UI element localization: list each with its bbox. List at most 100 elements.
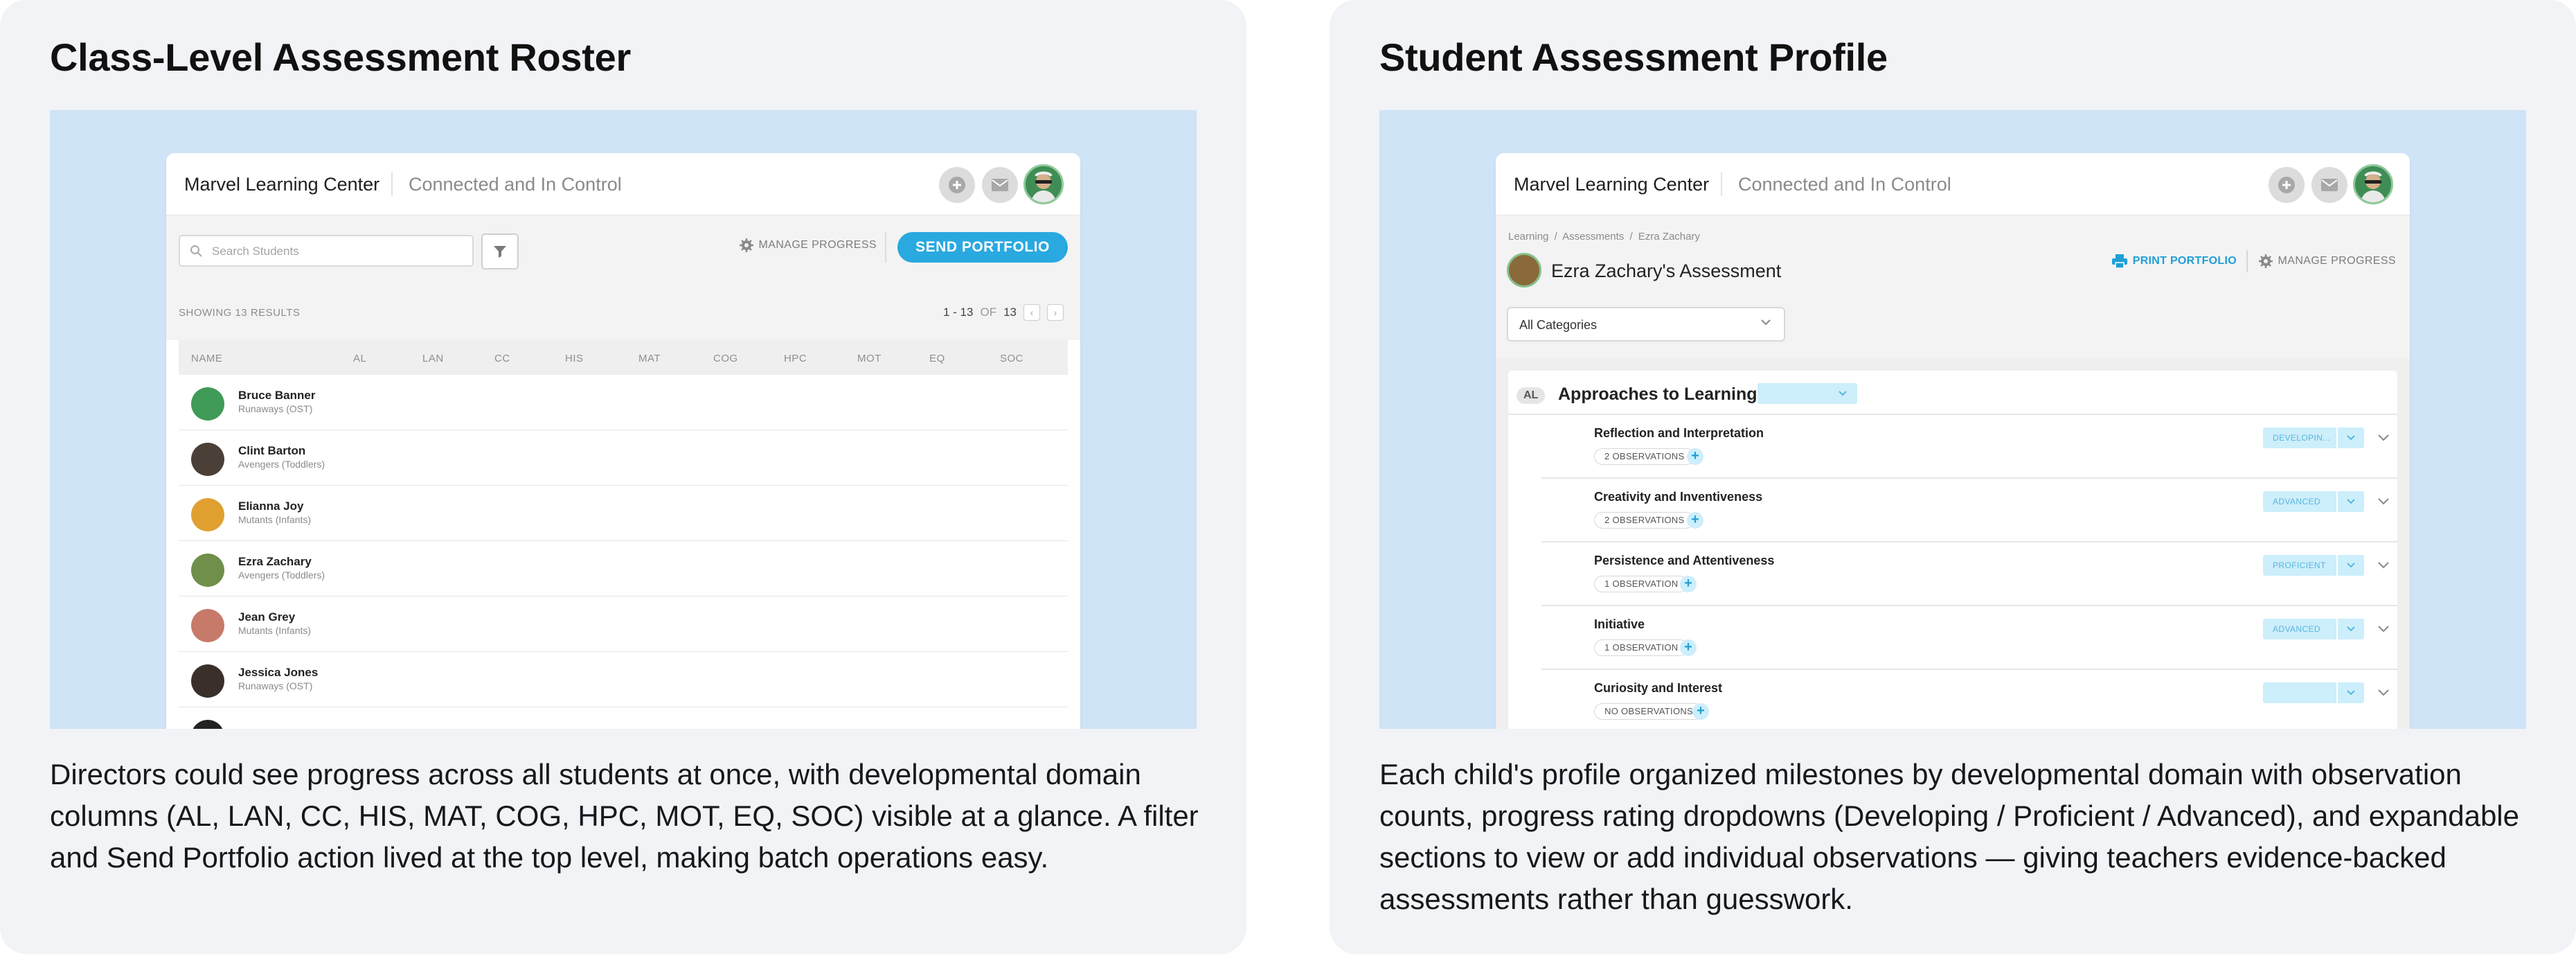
column-header[interactable]: HPC bbox=[784, 353, 807, 364]
milestone-item: Initiative 1 OBSERVATION + ADVANCED bbox=[1541, 606, 2397, 670]
roster-table: NAME AL LAN CC HIS MAT COG HPC MOT EQ SO… bbox=[179, 340, 1068, 729]
profile-preview: Marvel Learning Center Connected and In … bbox=[1379, 110, 2526, 729]
search-placeholder: Search Students bbox=[212, 245, 299, 258]
results-bar: SHOWING 13 RESULTS 1 - 13 OF 13 ‹ › bbox=[166, 292, 1080, 340]
table-body: Bruce Banner Runaways (OST) Clint Barton… bbox=[179, 375, 1068, 729]
rating-dropdown[interactable]: PROFICIENT bbox=[2263, 555, 2364, 576]
expand-chevron-icon[interactable] bbox=[2377, 685, 2390, 699]
observation-count[interactable]: 2 OBSERVATIONS bbox=[1594, 512, 1695, 529]
chevron-down-icon bbox=[1761, 319, 1771, 326]
card-title: Student Assessment Profile bbox=[1379, 35, 1888, 79]
table-header: NAME AL LAN CC HIS MAT COG HPC MOT EQ SO… bbox=[179, 340, 1068, 375]
student-name[interactable]: Clint Barton bbox=[238, 444, 305, 458]
envelope-icon bbox=[2321, 179, 2338, 191]
tagline: Connected and In Control bbox=[409, 174, 622, 195]
student-group: Runaways (OST) bbox=[238, 403, 313, 414]
breadcrumb-item[interactable]: Learning bbox=[1508, 231, 1548, 242]
column-header[interactable]: HIS bbox=[565, 353, 584, 364]
plus-icon: + bbox=[1697, 703, 1705, 718]
table-row[interactable]: Ezra Zachary Avengers (Toddlers) bbox=[179, 541, 1068, 597]
category-select-value: All Categories bbox=[1519, 318, 1598, 332]
column-header[interactable]: CC bbox=[494, 353, 510, 364]
column-header[interactable]: MOT bbox=[857, 353, 882, 364]
rating-dropdown[interactable]: ADVANCED bbox=[2263, 491, 2364, 512]
chevron-down-icon bbox=[2347, 435, 2355, 441]
messages-button[interactable] bbox=[2311, 167, 2347, 203]
avatar bbox=[1507, 253, 1541, 288]
pager-of: OF bbox=[980, 306, 997, 319]
add-observation-button[interactable]: + bbox=[1680, 639, 1697, 656]
rating-dropdown[interactable] bbox=[2263, 682, 2364, 703]
column-header[interactable]: COG bbox=[713, 353, 738, 364]
tagline: Connected and In Control bbox=[1738, 174, 1951, 195]
add-button[interactable] bbox=[939, 167, 975, 203]
add-button[interactable] bbox=[2269, 167, 2305, 203]
observation-count[interactable]: 1 OBSERVATION bbox=[1594, 639, 1689, 656]
user-avatar[interactable] bbox=[1023, 164, 1064, 204]
avatar bbox=[191, 387, 224, 421]
student-name[interactable]: Ezra Zachary bbox=[238, 555, 312, 569]
roster-preview: Marvel Learning Center Connected and In … bbox=[50, 110, 1197, 729]
rating-dropdown[interactable]: DEVELOPIN... bbox=[2263, 427, 2364, 448]
observation-count[interactable]: 1 OBSERVATION bbox=[1594, 576, 1689, 592]
add-observation-button[interactable]: + bbox=[1680, 576, 1697, 592]
expand-chevron-icon[interactable] bbox=[2377, 494, 2390, 508]
add-observation-button[interactable]: + bbox=[1687, 512, 1703, 529]
table-row[interactable]: Bruce Banner Runaways (OST) bbox=[179, 375, 1068, 430]
student-name[interactable]: Jean Grey bbox=[238, 610, 295, 624]
milestone-item: Persistence and Attentiveness 1 OBSERVAT… bbox=[1541, 542, 2397, 606]
pager-range: 1 - 13 bbox=[942, 306, 974, 319]
table-row[interactable]: Elianna Joy Mutants (Infants) bbox=[179, 486, 1068, 541]
messages-button[interactable] bbox=[982, 167, 1018, 203]
table-row[interactable]: Clint Barton Avengers (Toddlers) bbox=[179, 430, 1068, 486]
column-header[interactable]: AL bbox=[353, 353, 366, 364]
chevron-down-icon bbox=[2347, 499, 2355, 504]
category-select[interactable]: All Categories bbox=[1507, 307, 1785, 342]
app-window: Marvel Learning Center Connected and In … bbox=[1496, 153, 2410, 729]
send-portfolio-button[interactable]: SEND PORTFOLIO bbox=[897, 232, 1068, 263]
add-observation-button[interactable]: + bbox=[1692, 703, 1709, 720]
column-header[interactable]: NAME bbox=[191, 353, 222, 364]
rating-divider bbox=[2336, 491, 2338, 512]
print-portfolio-button[interactable]: PRINT PORTFOLIO bbox=[2111, 254, 2237, 268]
add-observation-button[interactable]: + bbox=[1687, 448, 1703, 465]
prev-page-button[interactable]: ‹ bbox=[1023, 304, 1040, 321]
user-avatar[interactable] bbox=[2353, 164, 2393, 204]
plus-icon: + bbox=[1684, 576, 1692, 591]
student-name[interactable]: Jessica Jones bbox=[238, 666, 318, 680]
domain-rating-dropdown[interactable] bbox=[1757, 383, 1857, 404]
column-header[interactable]: EQ bbox=[929, 353, 945, 364]
rating-divider bbox=[2336, 682, 2338, 703]
filter-button[interactable] bbox=[481, 233, 519, 270]
student-name[interactable]: Bruce Banner bbox=[238, 389, 315, 403]
student-group: Mutants (Infants) bbox=[238, 514, 312, 525]
column-header[interactable]: MAT bbox=[638, 353, 661, 364]
expand-chevron-icon[interactable] bbox=[2377, 430, 2390, 444]
observation-count[interactable]: 2 OBSERVATIONS bbox=[1594, 448, 1695, 465]
plus-icon bbox=[949, 177, 965, 193]
observation-count[interactable]: NO OBSERVATIONS bbox=[1594, 703, 1704, 720]
student-group: Avengers (Toddlers) bbox=[238, 569, 325, 581]
header-divider bbox=[391, 173, 393, 196]
pager-total: 13 bbox=[1003, 306, 1017, 319]
rating-dropdown[interactable]: ADVANCED bbox=[2263, 619, 2364, 639]
expand-chevron-icon[interactable] bbox=[2377, 621, 2390, 635]
breadcrumb-item[interactable]: Assessments bbox=[1562, 231, 1624, 242]
manage-progress-button[interactable]: MANAGE PROGRESS bbox=[739, 238, 877, 252]
next-page-button[interactable]: › bbox=[1047, 304, 1064, 321]
app-window: Marvel Learning Center Connected and In … bbox=[166, 153, 1080, 729]
column-header[interactable]: SOC bbox=[1000, 353, 1023, 364]
manage-progress-button[interactable]: MANAGE PROGRESS bbox=[2258, 254, 2396, 268]
expand-chevron-icon[interactable] bbox=[2377, 558, 2390, 572]
table-row[interactable]: Jean Grey Mutants (Infants) bbox=[179, 597, 1068, 652]
search-input[interactable]: Search Students bbox=[179, 235, 474, 267]
plus-icon: + bbox=[1691, 512, 1699, 527]
column-header[interactable]: LAN bbox=[422, 353, 444, 364]
brand-name[interactable]: Marvel Learning Center bbox=[184, 174, 379, 195]
header-divider bbox=[2246, 250, 2248, 272]
table-row[interactable]: Jessica Jones Runaways (OST) bbox=[179, 652, 1068, 707]
table-row[interactable] bbox=[179, 707, 1068, 729]
rating-value: PROFICIENT bbox=[2273, 560, 2326, 570]
student-name[interactable]: Elianna Joy bbox=[238, 500, 303, 513]
brand-name[interactable]: Marvel Learning Center bbox=[1514, 174, 1709, 195]
